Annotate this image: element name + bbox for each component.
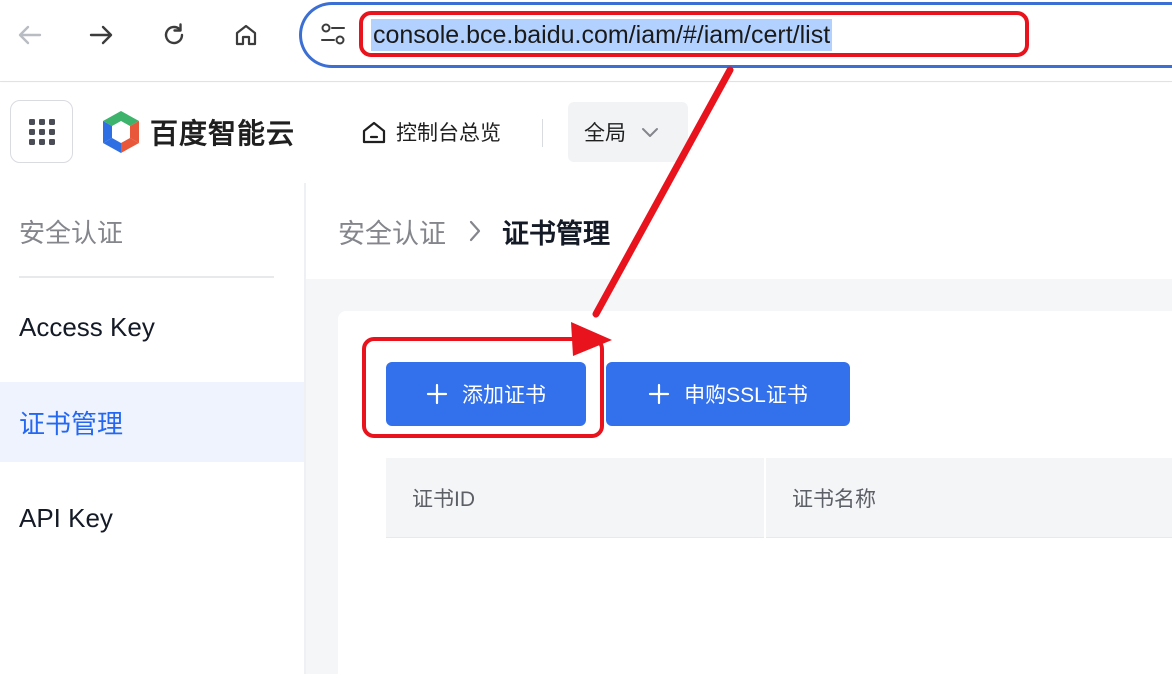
back-button[interactable] bbox=[12, 17, 48, 53]
grid-icon bbox=[28, 118, 55, 145]
sidebar: 安全认证 Access Key 证书管理 API Key bbox=[0, 183, 306, 674]
buy-ssl-cert-label: 申购SSL证书 bbox=[684, 384, 808, 407]
sidebar-item-access-key[interactable]: Access Key bbox=[0, 287, 304, 367]
sidebar-title: 安全认证 bbox=[19, 218, 124, 248]
sidebar-divider bbox=[19, 276, 274, 278]
home-icon bbox=[235, 24, 257, 46]
header-divider bbox=[542, 119, 543, 147]
brand-name: 百度智能云 bbox=[150, 118, 296, 149]
page-title: 证书管理 bbox=[502, 218, 610, 249]
sidebar-item-label: API Key bbox=[19, 502, 113, 533]
sidebar-item-label: 证书管理 bbox=[19, 408, 124, 439]
region-select[interactable]: 全局 bbox=[568, 102, 688, 162]
buy-ssl-cert-button[interactable]: 申购SSL证书 bbox=[606, 362, 850, 426]
site-settings-icon[interactable] bbox=[318, 19, 348, 49]
arrow-left-icon bbox=[18, 25, 42, 45]
brand-logo[interactable]: 百度智能云 bbox=[100, 109, 295, 155]
reload-icon bbox=[164, 23, 184, 45]
arrow-right-icon bbox=[89, 25, 113, 45]
dashboard-link[interactable]: 控制台总览 bbox=[360, 117, 501, 147]
sidebar-item-label: Access Key bbox=[19, 311, 155, 342]
main-content: 安全认证 证书管理 添加证书 申购SSL证书 证书ID 证书名称 bbox=[306, 183, 1172, 681]
plus-icon bbox=[649, 383, 670, 405]
breadcrumb-bar: 安全认证 证书管理 bbox=[306, 183, 1172, 279]
browser-toolbar: console.bce.baidu.com/iam/#/iam/cert/lis… bbox=[0, 0, 1172, 82]
chevron-right-icon bbox=[466, 218, 484, 244]
column-header-cert-name: 证书名称 bbox=[792, 488, 876, 511]
app-menu-button[interactable] bbox=[10, 100, 73, 163]
home-button[interactable] bbox=[228, 17, 264, 53]
url-text[interactable]: console.bce.baidu.com/iam/#/iam/cert/lis… bbox=[371, 19, 833, 51]
baidu-cloud-logo-icon bbox=[103, 111, 139, 153]
column-divider bbox=[764, 458, 766, 538]
column-header-cert-id: 证书ID bbox=[412, 488, 475, 511]
reload-button[interactable] bbox=[156, 17, 192, 53]
sidebar-item-cert-management[interactable]: 证书管理 bbox=[0, 382, 304, 462]
breadcrumb-parent[interactable]: 安全认证 bbox=[338, 212, 446, 251]
dashboard-label: 控制台总览 bbox=[396, 122, 501, 145]
console-header: 百度智能云 控制台总览 全局 bbox=[0, 83, 1172, 183]
region-label: 全局 bbox=[584, 122, 626, 145]
cert-list-card: 添加证书 申购SSL证书 证书ID 证书名称 bbox=[338, 311, 1172, 681]
chevron-down-icon bbox=[642, 128, 658, 137]
home-outline-icon bbox=[362, 121, 386, 144]
table-header: 证书ID 证书名称 bbox=[386, 458, 1172, 538]
sidebar-item-api-key[interactable]: API Key bbox=[0, 478, 304, 558]
add-button-highlight-box bbox=[362, 337, 604, 438]
breadcrumb: 安全认证 证书管理 bbox=[338, 213, 610, 249]
forward-button[interactable] bbox=[83, 17, 119, 53]
